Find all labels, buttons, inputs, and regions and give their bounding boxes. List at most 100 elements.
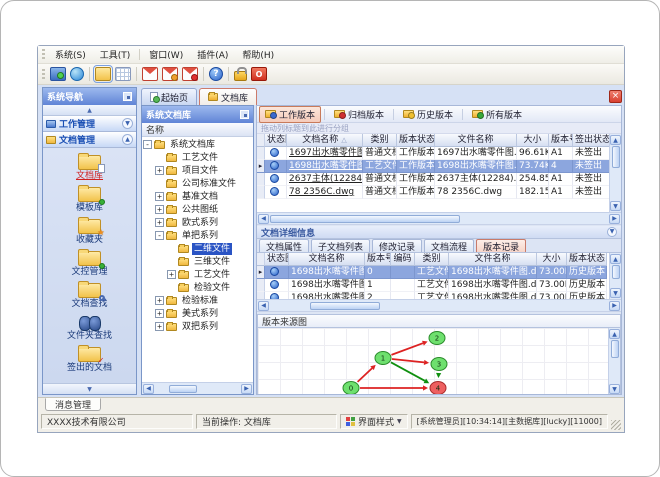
documents-grid-hscrollbar[interactable]: ◀ ▶ [257, 212, 621, 224]
detail-tab-4[interactable]: 文档流程 [424, 239, 475, 253]
tree-node-13[interactable]: + 检验标准 [142, 294, 253, 307]
sidebar-item-3[interactable]: ★ 收藏夹 [43, 216, 136, 245]
version-filter-button-3[interactable]: 历史版本 [397, 106, 459, 123]
scroll-thumb[interactable] [610, 340, 619, 358]
tab-start-page[interactable]: 起始页 [141, 88, 198, 105]
tree-node-3[interactable]: + 项目文件 [142, 164, 253, 177]
column-header-5[interactable]: 类别 [415, 253, 449, 266]
column-header-1[interactable]: 状态图 [265, 253, 289, 266]
mail-new-icon[interactable] [142, 67, 158, 81]
column-header-1[interactable]: 状态图 [265, 134, 287, 147]
version-grid-row-1[interactable]: ▸1698出水嘴零件图.dwg0工艺文件1698出水嘴零件图.dwg73.00K… [257, 266, 609, 279]
scroll-thumb[interactable] [611, 265, 620, 279]
sidebar-group-work[interactable]: 工作管理 ▼ [43, 116, 136, 132]
message-panel-tab[interactable]: 消息管理 [45, 398, 102, 411]
scroll-left-icon[interactable]: ◀ [143, 383, 154, 394]
pin-icon[interactable] [123, 92, 132, 101]
tree-node-11[interactable]: + 工艺文件 [142, 268, 253, 281]
graph-vscrollbar[interactable]: ▲ ▼ [608, 328, 620, 394]
column-header-2[interactable]: 文档名称 [289, 253, 365, 266]
tree-node-4[interactable]: 公司标准文件 [142, 177, 253, 190]
sidebar-item-7[interactable]: ✓ 签出的文档 [43, 344, 136, 373]
resize-grip[interactable] [611, 420, 621, 430]
exit-icon[interactable] [251, 67, 267, 81]
documents-grid-row-4[interactable]: 78 2356C.dwg普通文档工作版本78 2356C.dwg182.15KB… [257, 186, 609, 199]
scroll-left-icon[interactable]: ◀ [258, 213, 269, 224]
tree-node-5[interactable]: + 基准文档 [142, 190, 253, 203]
column-header-7[interactable]: 版本号 [549, 134, 573, 147]
tree-node-1[interactable]: - 系统文档库 [142, 138, 253, 151]
version-grid-row-2[interactable]: 1698出水嘴零件图.dwg1工艺文件1698出水嘴零件图.dwg73.00KB… [257, 279, 609, 292]
column-header-8[interactable]: 版本状态 [567, 253, 607, 266]
scroll-right-icon[interactable]: ▶ [609, 300, 620, 311]
sidebar-scroll-down[interactable]: ▼ [43, 383, 136, 394]
expand-icon[interactable]: + [155, 218, 164, 227]
column-header-3[interactable]: 类别 [363, 134, 397, 147]
scroll-up-icon[interactable]: ▲ [609, 329, 620, 339]
menu-item-5[interactable]: 帮助(H) [235, 46, 281, 63]
version-filter-button-2[interactable]: 归档版本 [328, 106, 390, 123]
ui-style-selector[interactable]: 界面样式 ▼ [339, 414, 408, 429]
mail-reply-icon[interactable] [162, 67, 178, 81]
tree-node-12[interactable]: 检验文件 [142, 281, 253, 294]
documents-grid-vscrollbar[interactable]: ▲ ▼ [609, 134, 621, 212]
menu-item-4[interactable]: 插件(A) [190, 46, 235, 63]
column-header-6[interactable]: 大小 [517, 134, 549, 147]
version-grid-row-3[interactable]: 1698出水嘴零件图.dwg2工艺文件1698出水嘴零件图.dwg73.00KB… [257, 292, 609, 299]
column-header-8[interactable]: 签出状态 [573, 134, 609, 147]
detail-tab-3[interactable]: 修改记录 [372, 239, 423, 253]
expand-icon[interactable]: + [155, 166, 164, 175]
tree-node-7[interactable]: + 欧式系列 [142, 216, 253, 229]
scroll-down-icon[interactable]: ▼ [610, 288, 621, 298]
close-tab-icon[interactable] [609, 90, 622, 103]
column-header-5[interactable]: 文件名称 [435, 134, 517, 147]
tree-node-2[interactable]: 工艺文件 [142, 151, 253, 164]
tree-node-9[interactable]: 二维文件 [142, 242, 253, 255]
tree-column-header[interactable]: 名称 [142, 123, 253, 137]
menu-item-1[interactable]: 系统(S) [48, 46, 93, 63]
chevron-down-icon[interactable]: ▼ [122, 118, 133, 129]
network-icon[interactable] [70, 67, 84, 81]
tree-node-8[interactable]: - 单把系列 [142, 229, 253, 242]
scroll-down-icon[interactable]: ▼ [610, 201, 621, 211]
scroll-up-icon[interactable]: ▲ [610, 135, 621, 145]
sidebar-scroll-up[interactable]: ▲ [43, 105, 136, 116]
report-icon[interactable] [115, 67, 131, 81]
scroll-right-icon[interactable]: ▶ [609, 213, 620, 224]
collapse-icon[interactable]: - [155, 231, 164, 240]
expand-icon[interactable]: + [167, 270, 176, 279]
scroll-down-icon[interactable]: ▼ [609, 384, 620, 394]
detail-tab-5[interactable]: 版本记录 [476, 239, 527, 253]
tree-node-15[interactable]: + 双把系列 [142, 320, 253, 333]
scroll-left-icon[interactable]: ◀ [258, 300, 269, 311]
scroll-thumb[interactable] [169, 384, 197, 393]
collapse-icon[interactable]: ▼ [607, 227, 617, 237]
column-header-2[interactable]: 文档名称 △ [287, 134, 363, 147]
help-icon[interactable] [209, 67, 223, 81]
version-grid-hscrollbar[interactable]: ◀ ▶ [257, 299, 621, 311]
pin-icon[interactable] [240, 110, 249, 119]
sidebar-item-6[interactable]: 文件夹查找 [43, 312, 136, 341]
expand-icon[interactable]: + [155, 309, 164, 318]
version-filter-button-4[interactable]: 所有版本 [466, 106, 528, 123]
expand-icon[interactable]: + [155, 322, 164, 331]
tree-hscrollbar[interactable]: ◀ ▶ [142, 382, 253, 394]
column-header-6[interactable]: 文件名称 [449, 253, 537, 266]
collapse-icon[interactable]: - [143, 140, 152, 149]
menu-item-2[interactable]: 工具(T) [93, 46, 138, 63]
sidebar-item-5[interactable]: 文档查找 [43, 280, 136, 309]
sidebar-item-4[interactable]: 文控管理 [43, 248, 136, 277]
tree-node-14[interactable]: + 美式系列 [142, 307, 253, 320]
version-grid-vscrollbar[interactable]: ▲ ▼ [609, 253, 621, 299]
scroll-up-icon[interactable]: ▲ [610, 254, 621, 264]
column-header-4[interactable]: 版本状态 [397, 134, 435, 147]
version-filter-button-1[interactable]: 工作版本 [259, 106, 322, 123]
chevron-up-icon[interactable]: ▲ [122, 134, 133, 145]
scroll-thumb[interactable] [310, 301, 380, 310]
column-header-4[interactable]: 编码 [391, 253, 415, 266]
folder-open-icon[interactable] [93, 65, 113, 83]
column-header-7[interactable]: 大小 [537, 253, 567, 266]
sidebar-item-1[interactable]: 文档库 [43, 152, 136, 181]
detail-tab-2[interactable]: 子文档列表 [311, 239, 371, 253]
detail-tab-1[interactable]: 文档属性 [259, 239, 310, 253]
